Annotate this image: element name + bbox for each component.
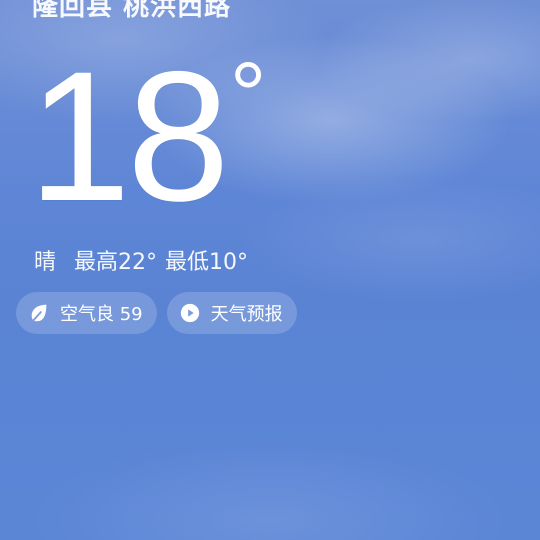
forecast-pill[interactable]: 天气预报 bbox=[166, 292, 297, 334]
high-temp: 最高22° bbox=[74, 244, 157, 276]
low-temp: 最低10° bbox=[165, 244, 248, 276]
low-label: 最低 bbox=[165, 250, 210, 275]
temperature-value: 18 bbox=[28, 34, 230, 240]
leaf-icon bbox=[28, 302, 50, 324]
air-quality-pill[interactable]: 空气良 59 bbox=[16, 292, 157, 334]
play-icon bbox=[179, 302, 201, 324]
condition-text: 晴 bbox=[34, 250, 57, 275]
high-low: 最高22° 最低10° bbox=[74, 244, 248, 276]
high-label: 最高 bbox=[74, 250, 119, 275]
forecast-label: 天气预报 bbox=[210, 304, 283, 325]
weather-summary: 晴 最高22° 最低10° bbox=[34, 244, 248, 276]
location-title[interactable]: 隆回县 桃洪西路 bbox=[32, 0, 231, 23]
high-value: 22° bbox=[118, 250, 158, 275]
low-value: 10° bbox=[209, 250, 249, 275]
info-pills: 空气良 59 天气预报 bbox=[16, 292, 297, 334]
current-temperature: 18 ° bbox=[28, 45, 267, 230]
air-quality-label: 空气良 59 bbox=[60, 304, 143, 325]
temperature-unit: ° bbox=[229, 44, 267, 146]
